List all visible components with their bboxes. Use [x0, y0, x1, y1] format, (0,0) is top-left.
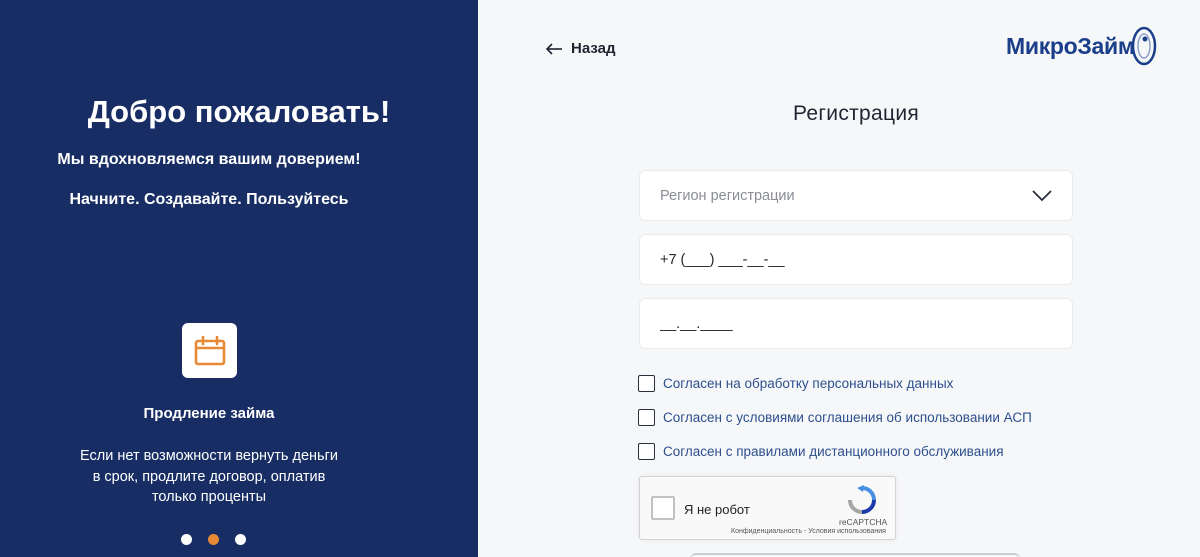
- arrow-left-icon: [546, 42, 562, 55]
- recaptcha-widget: Я не робот reCAPTCHA Конфиденциальность …: [639, 476, 896, 540]
- recaptcha-brand: reCAPTCHA: [839, 517, 888, 527]
- promo-panel: Добро пожаловать! Мы вдохновляемся вашим…: [0, 0, 478, 557]
- recaptcha-checkbox[interactable]: [651, 496, 675, 520]
- recaptcha-label: Я не робот: [684, 502, 750, 517]
- recaptcha-logo-icon: [848, 485, 876, 514]
- region-select[interactable]: Регион регистрации: [639, 170, 1073, 221]
- consent-personal-data-checkbox[interactable]: Согласен на обработку персональных данны…: [638, 375, 953, 392]
- region-placeholder: Регион регистрации: [660, 187, 795, 204]
- checkbox-box[interactable]: [638, 375, 655, 392]
- logo-emblem-icon: [1131, 26, 1156, 66]
- consent-asp-checkbox[interactable]: Согласен с условиями соглашения об испол…: [638, 409, 1032, 426]
- consent-remote-service-label[interactable]: Согласен с правилами дистанционного обсл…: [663, 444, 1004, 459]
- welcome-heading: Добро пожаловать!: [87, 94, 391, 129]
- slider-dot-2[interactable]: [208, 534, 219, 545]
- welcome-subtitle-2: Начните. Создавайте. Пользуйтесь: [69, 191, 349, 208]
- consent-personal-data-label[interactable]: Согласен на обработку персональных данны…: [663, 376, 953, 391]
- feature-title: Продление займа: [143, 405, 275, 422]
- feature-description: Если нет возможности вернуть деньги в ср…: [80, 448, 338, 505]
- recaptcha-terms[interactable]: Конфиденциальность - Условия использован…: [731, 528, 886, 535]
- calendar-icon: [182, 323, 237, 378]
- chevron-down-icon: [1032, 189, 1052, 201]
- submit-button-edge[interactable]: [690, 553, 1020, 557]
- logo-text: МикроЗайм: [1006, 32, 1135, 59]
- checkbox-box[interactable]: [638, 409, 655, 426]
- phone-input[interactable]: [660, 251, 1072, 268]
- back-label: Назад: [571, 40, 616, 57]
- logo[interactable]: МикроЗайм: [1006, 26, 1157, 66]
- phone-field[interactable]: [639, 234, 1073, 285]
- form-title: Регистрация: [792, 102, 920, 125]
- consent-asp-label[interactable]: Согласен с условиями соглашения об испол…: [663, 410, 1032, 425]
- birthdate-input[interactable]: [660, 315, 1072, 332]
- consent-remote-service-checkbox[interactable]: Согласен с правилами дистанционного обсл…: [638, 443, 1004, 460]
- welcome-subtitle-1: Мы вдохновляемся вашим доверием!: [57, 151, 361, 168]
- back-link[interactable]: Назад: [546, 40, 615, 57]
- slider-dot-1[interactable]: [181, 534, 192, 545]
- slider-dots: [181, 534, 246, 545]
- slider-dot-3[interactable]: [235, 534, 246, 545]
- birthdate-field[interactable]: [639, 298, 1073, 349]
- checkbox-box[interactable]: [638, 443, 655, 460]
